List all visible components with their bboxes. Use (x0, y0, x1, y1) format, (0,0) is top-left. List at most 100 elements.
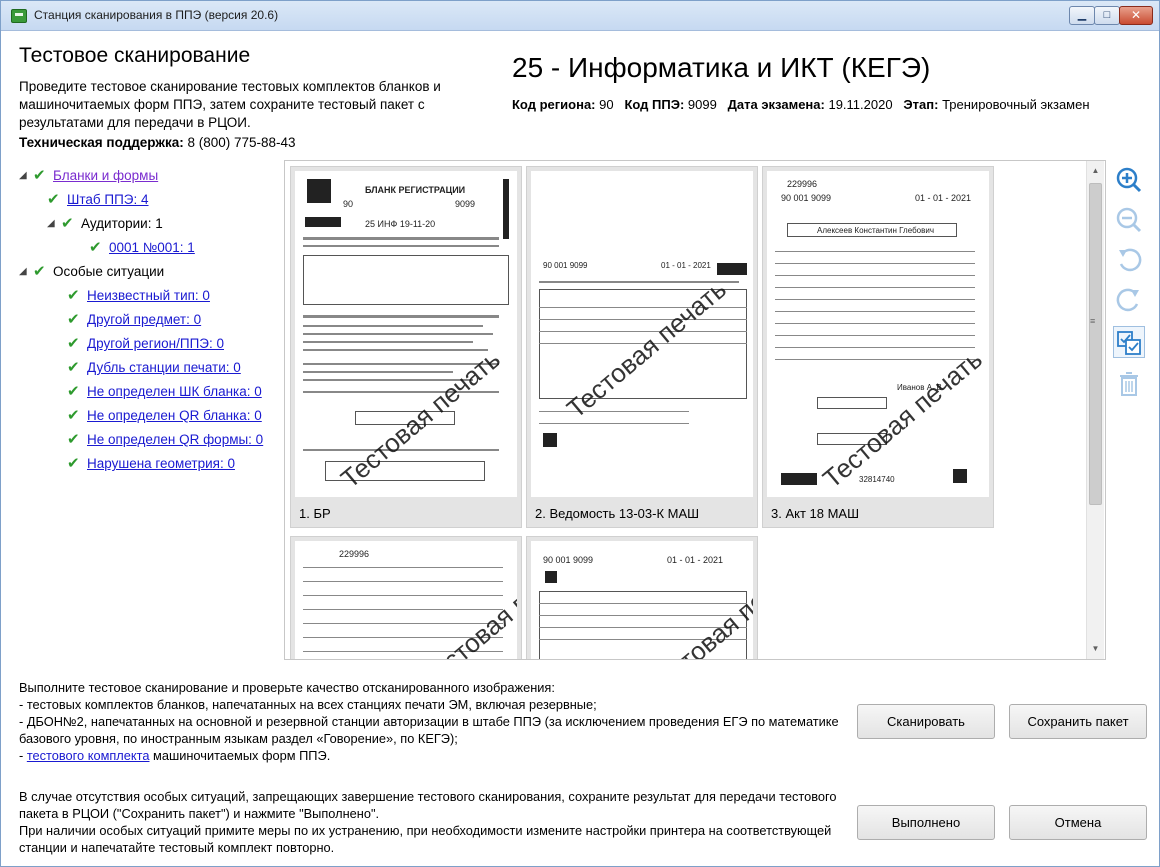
scan-thumbnail[interactable]: 229996 90 001 9099 01 - 01 - 2021 Алексе… (762, 166, 994, 528)
instruction-line: - тестовых комплектов бланков, напечатан… (19, 697, 597, 712)
tree-node-hq[interactable]: ✔ Штаб ППЭ: 4 (47, 189, 149, 211)
scan-viewer[interactable]: БЛАНК РЕГИСТРАЦИИ 90 9099 25 ИНФ 19-11-2… (284, 160, 1106, 660)
viewer-scrollbar[interactable]: ▲ ≡ ▼ (1086, 161, 1104, 659)
test-kit-link[interactable]: тестового комплекта (27, 748, 150, 763)
scan-page-image: БЛАНК РЕГИСТРАЦИИ 90 9099 25 ИНФ 19-11-2… (295, 171, 517, 497)
tree-link-room-1[interactable]: 0001 №001: 1 (109, 240, 195, 255)
tree-node-special-item[interactable]: ✔ Не определен ШК бланка: 0 (67, 381, 262, 403)
tree-link-duplicate-station[interactable]: Дубль станции печати: 0 (87, 360, 241, 375)
zoom-out-button[interactable] (1113, 204, 1145, 236)
title-bar: Станция сканирования в ППЭ (версия 20.6)… (1, 1, 1159, 31)
form-header: БЛАНК РЕГИСТРАЦИИ (365, 185, 466, 195)
collapse-arrow-icon[interactable]: ◢ (47, 213, 61, 235)
form-barcode-number: 32814740 (859, 475, 895, 484)
tree-node-special-item[interactable]: ✔ Нарушена геометрия: 0 (67, 453, 235, 475)
scroll-up-icon[interactable]: ▲ (1087, 163, 1104, 179)
scan-button[interactable]: Сканировать (857, 704, 995, 739)
scroll-down-icon[interactable]: ▼ (1087, 641, 1104, 657)
form-line (775, 251, 975, 252)
save-package-button[interactable]: Сохранить пакет (1009, 704, 1147, 739)
form-date: 01 - 01 - 2021 (667, 555, 724, 565)
tree-link-forms[interactable]: Бланки и формы (53, 168, 158, 183)
zoom-in-icon (1116, 167, 1142, 193)
tree-node-special[interactable]: ◢ ✔ Особые ситуации (19, 261, 164, 283)
scan-thumbnail[interactable]: БЛАНК РЕГИСТРАЦИИ 90 9099 25 ИНФ 19-11-2… (290, 166, 522, 528)
instruction-line: - тестового комплекта машиночитаемых фор… (19, 747, 839, 764)
scan-thumbnail[interactable]: 229996 Тестовая печать (290, 536, 522, 659)
rotate-right-icon (1116, 288, 1139, 312)
form-name: Алексеев Константин Глебович (817, 226, 934, 235)
select-all-icon (1117, 331, 1141, 355)
form-line (775, 287, 975, 288)
qr-code (307, 179, 331, 203)
trash-icon (1120, 372, 1138, 396)
support-info: Техническая поддержка: 8 (800) 775-88-43 (19, 135, 296, 150)
ppe-value: 9099 (687, 97, 717, 112)
select-all-button[interactable] (1113, 326, 1145, 358)
tree-node-rooms[interactable]: ◢ ✔ Аудитории: 1 (47, 213, 163, 235)
category-tree: ◢ ✔ Бланки и формы ✔ Штаб ППЭ: 4 ◢ ✔ Аудитори… (19, 165, 281, 655)
tree-link-qr-form-undefined[interactable]: Не определен QR формы: 0 (87, 432, 263, 447)
qr-code (545, 571, 557, 583)
tree-node-special-item[interactable]: ✔ Дубль станции печати: 0 (67, 357, 241, 379)
scan-thumbnail[interactable]: 90 001 9099 01 - 01 - 2021 Тестовая печа… (526, 536, 758, 659)
tree-label-special: Особые ситуации (53, 264, 165, 279)
tree-node-forms[interactable]: ◢ ✔ Бланки и формы (19, 165, 158, 187)
instruction-prefix: - (19, 748, 27, 763)
region-label: Код региона: (512, 97, 596, 112)
checkmark-icon: ✔ (67, 311, 80, 329)
done-button[interactable]: Выполнено (857, 805, 995, 840)
tree-link-geometry-broken[interactable]: Нарушена геометрия: 0 (87, 456, 235, 471)
form-line (775, 263, 975, 264)
form-line (775, 275, 975, 276)
scan-page-image: 229996 Тестовая печать (295, 541, 517, 659)
form-line (303, 371, 453, 373)
qr-code (953, 469, 967, 483)
scan-thumbnail[interactable]: 90 001 9099 01 - 01 - 2021 Тестовая печа… (526, 166, 758, 528)
form-section (817, 397, 887, 409)
rotate-left-icon (1119, 248, 1142, 272)
tree-link-qr-blank-undefined[interactable]: Не определен QR бланка: 0 (87, 408, 262, 423)
form-date: 01 - 01 - 2021 (915, 193, 972, 203)
form-line (775, 347, 975, 348)
subject-title: 25 - Информатика и ИКТ (КЕГЭ) (512, 52, 931, 83)
tree-label-rooms: Аудитории: 1 (81, 216, 163, 231)
note-line: При наличии особых ситуаций примите меры… (19, 823, 832, 855)
rotate-left-button[interactable] (1113, 244, 1145, 276)
form-line (303, 237, 499, 240)
support-phone: 8 (800) 775-88-43 (187, 135, 296, 150)
tree-node-special-item[interactable]: ✔ Другой регион/ППЭ: 0 (67, 333, 224, 355)
form-line (303, 595, 503, 596)
cancel-button[interactable]: Отмена (1009, 805, 1147, 840)
tree-link-unknown-type[interactable]: Неизвестный тип: 0 (87, 288, 210, 303)
zoom-in-button[interactable] (1113, 164, 1145, 196)
collapse-arrow-icon[interactable]: ◢ (19, 261, 33, 283)
form-ppe: 9099 (455, 199, 476, 209)
tree-node-special-item[interactable]: ✔ Другой предмет: 0 (67, 309, 201, 331)
checkmark-icon: ✔ (67, 335, 80, 353)
delete-button[interactable] (1113, 368, 1145, 400)
thumbnail-caption: 1. БР (299, 506, 331, 521)
collapse-arrow-icon[interactable]: ◢ (19, 165, 33, 187)
close-button[interactable]: ✕ (1119, 6, 1153, 25)
form-row: 90 001 9099 (781, 193, 832, 203)
zoom-out-icon (1116, 207, 1142, 233)
tree-link-other-region[interactable]: Другой регион/ППЭ: 0 (87, 336, 224, 351)
tree-node-special-item[interactable]: ✔ Не определен QR формы: 0 (67, 429, 263, 451)
app-icon (11, 9, 27, 23)
tree-link-barcode-undefined[interactable]: Не определен ШК бланка: 0 (87, 384, 262, 399)
checkmark-icon: ✔ (67, 359, 80, 377)
rotate-right-button[interactable] (1113, 284, 1145, 316)
tree-node-room-1[interactable]: ✔ 0001 №001: 1 (89, 237, 195, 259)
tree-node-special-item[interactable]: ✔ Неизвестный тип: 0 (67, 285, 210, 307)
note-line: В случае отсутствия особых ситуаций, зап… (19, 789, 837, 821)
tree-link-hq[interactable]: Штаб ППЭ: 4 (67, 192, 149, 207)
tree-link-other-subject[interactable]: Другой предмет: 0 (87, 312, 201, 327)
tree-node-special-item[interactable]: ✔ Не определен QR бланка: 0 (67, 405, 262, 427)
form-line (303, 567, 503, 568)
scrollbar-thumb[interactable] (1089, 183, 1102, 505)
minimize-button[interactable]: ▁ (1069, 6, 1095, 25)
maximize-button[interactable]: □ (1094, 6, 1120, 25)
checkmark-icon: ✔ (67, 383, 80, 401)
page-description: Проведите тестовое сканирование тестовых… (19, 79, 441, 130)
